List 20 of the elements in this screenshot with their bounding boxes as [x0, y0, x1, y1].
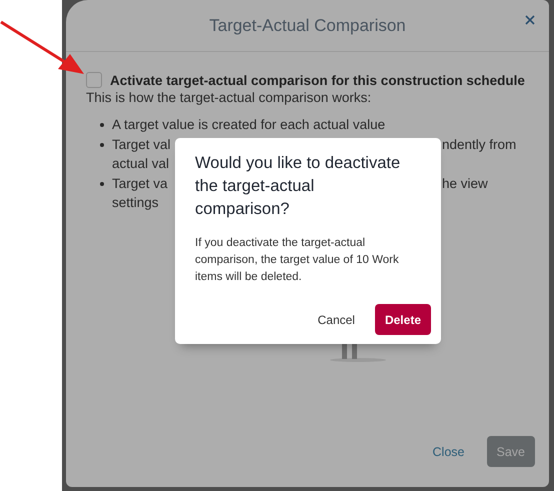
bullet-text: A target value is created for each actual value [112, 117, 386, 132]
confirm-title: Would you like to deactivate the target-actual comparison? [195, 153, 402, 220]
bullet-icon [100, 123, 104, 127]
bullet-text: settings [112, 195, 159, 210]
confirm-message: If you deactivate the target-actual comparison, the target value of 10 Work items will be deleted. [195, 236, 400, 285]
bullet-text: actual val [112, 156, 170, 172]
checkbox-label: Activate target-actual comparison for this construction schedule [110, 72, 525, 88]
intro-text: This is how the target-actual comparison works: [86, 90, 372, 105]
cancel-button[interactable]: Cancel [308, 304, 365, 335]
bullet-text: Target val [112, 136, 171, 152]
bullet-text: ndently from [442, 136, 516, 152]
delete-button[interactable]: Delete [374, 304, 431, 335]
bullet-text: Target va [112, 176, 168, 191]
bullet-icon [100, 142, 104, 146]
dialog-title: Target-Actual Comparison [209, 16, 406, 36]
close-button[interactable] [523, 13, 537, 27]
bullet-icon [100, 182, 104, 186]
checkbox[interactable] [86, 72, 102, 88]
close-icon [525, 15, 535, 25]
bullet-text: he view [442, 176, 488, 191]
